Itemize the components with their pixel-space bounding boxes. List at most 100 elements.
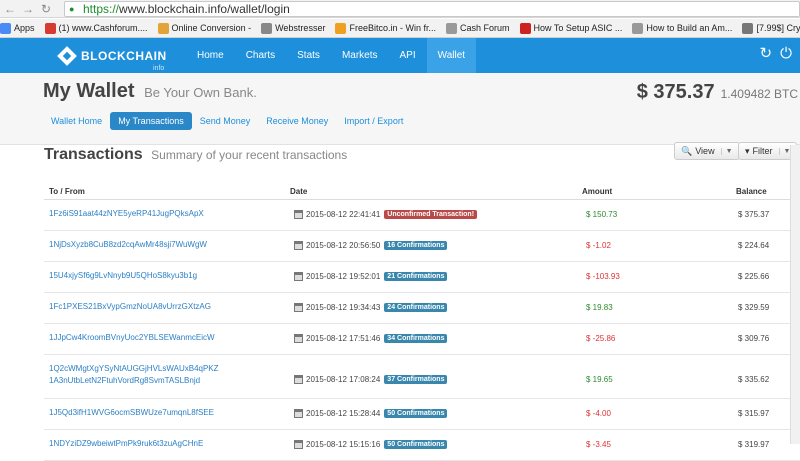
nav-stats[interactable]: Stats (286, 38, 331, 73)
address-cell: 15U4xjySf6g9LvNnyb9U5QHoS8kyu3b1g (49, 270, 197, 282)
table-row: 1Fc1PXES21BxVypGmzNoUA8vUrrzGXtzAG 2015-0… (44, 293, 800, 324)
bookmark-item[interactable]: Online Conversion - (157, 22, 252, 34)
date-cell: 2015-08-12 15:15:16 50 Confirmations (294, 440, 448, 449)
bookmark-label: (1) www.Cashforum.... (58, 23, 148, 33)
calendar-icon (294, 241, 303, 250)
status-badge[interactable]: 16 Confirmations (384, 241, 448, 250)
address-cell: 1Fc1PXES21BxVypGmzNoUA8vUrrzGXtzAG (49, 301, 211, 313)
power-icon[interactable]: ⏻ (780, 45, 792, 63)
table-row: 1NDYziDZ9wbeiwtPmPk9ruk6t3zuAgCHnE 2015-0… (44, 430, 800, 461)
status-badge[interactable]: 21 Confirmations (384, 272, 448, 281)
wallet-tabs: Wallet Home My Transactions Send Money Rece… (43, 112, 411, 130)
address-link[interactable]: 1Fc1PXES21BxVypGmzNoUA8vUrrzGXtzAG (49, 301, 211, 313)
date-text: 2015-08-12 19:34:43 (306, 303, 381, 312)
address-cell: 1Fz6iS91aat44zNYE5yeRP41JugPQksApX (49, 208, 204, 220)
table-row: 1Fz6iS91aat44zNYE5yeRP41JugPQksApX 2015-0… (44, 200, 800, 231)
transactions-table: To / From Date Amount Balance 1Fz6iS91aa… (44, 183, 800, 461)
bookmark-item[interactable]: Webstresser (261, 22, 325, 34)
address-link[interactable]: 1JJpCw4KroomBVnyUoc2YBLSEWanmcEicW (49, 332, 215, 344)
amount-cell: $ 19.83 (586, 303, 613, 312)
calendar-icon (294, 303, 303, 312)
nav-markets[interactable]: Markets (331, 38, 389, 73)
tab-my-transactions[interactable]: My Transactions (110, 112, 192, 130)
bookmark-icon (261, 22, 273, 34)
bookmarks-bar: Apps (1) www.Cashforum.... Online Conversi… (0, 19, 800, 38)
balance-cell: $ 319.97 (738, 440, 770, 449)
address-link[interactable]: 1Fz6iS91aat44zNYE5yeRP41JugPQksApX (49, 208, 204, 220)
address-link[interactable]: 1A3nUtbLetN2FtuhVordRg8SvmTASLBnjd (49, 375, 219, 387)
logo-text: BLOCKCHAIN (81, 49, 167, 63)
table-row: 1J5Qd3ifH1WVG6ocmSBWUze7umqnL8fSEE 2015-0… (44, 399, 800, 430)
nav-charts[interactable]: Charts (235, 38, 286, 73)
wallet-balance: $ 375.37 1.409482 BTC (637, 81, 798, 104)
filter-button[interactable]: ▾ Filter ▼ (738, 142, 798, 160)
reload-icon[interactable]: ↻ (38, 1, 54, 17)
wallet-title: My Wallet (43, 80, 135, 102)
status-badge[interactable]: 50 Confirmations (384, 409, 448, 418)
tab-receive-money[interactable]: Receive Money (258, 112, 336, 130)
address-link[interactable]: 1Q2cWMgtXgYSyNtAUGGjHVLsWAUxB4qPKZ (49, 363, 219, 375)
nav-wallet[interactable]: Wallet (426, 38, 477, 73)
wallet-header: My Wallet Be Your Own Bank. $ 375.37 1.4… (0, 73, 800, 145)
balance-cell: $ 315.97 (738, 409, 770, 418)
calendar-icon (294, 440, 303, 449)
balance-usd: $ 375.37 (636, 81, 715, 103)
tab-import-export[interactable]: Import / Export (336, 112, 411, 130)
bookmark-label: How to Build an Am... (646, 23, 733, 33)
date-cell: 2015-08-12 22:41:41 Unconfirmed Transacti… (294, 210, 478, 219)
site-header: BLOCKCHAIN info Home Charts Stats Markets AP… (0, 38, 800, 73)
bookmark-icon (742, 22, 754, 34)
bookmark-item[interactable]: How to Build an Am... (632, 22, 733, 34)
date-cell: 2015-08-12 15:28:44 50 Confirmations (294, 409, 448, 418)
chevron-down-icon: ▼ (720, 147, 733, 155)
table-header: To / From Date Amount Balance (44, 183, 800, 200)
table-row: 15U4xjySf6g9LvNnyb9U5QHoS8kyu3b1g 2015-08… (44, 262, 800, 293)
amount-cell: $ -3.45 (586, 440, 611, 449)
refresh-icon[interactable]: ↻ (760, 45, 773, 63)
date-text: 2015-08-12 17:08:24 (306, 375, 381, 384)
address-cell: 1NjDsXyzb8CuB8zd2cqAwMr48sji7WuWgW (49, 239, 207, 251)
bookmark-item[interactable]: Apps (0, 22, 35, 34)
url-input[interactable]: ● https://www.blockchain.info/wallet/log… (64, 1, 800, 17)
tab-send-money[interactable]: Send Money (192, 112, 259, 130)
address-link[interactable]: 15U4xjySf6g9LvNnyb9U5QHoS8kyu3b1g (49, 270, 197, 282)
filter-label: Filter (752, 146, 773, 156)
search-icon: 🔍 (681, 145, 693, 156)
col-date: Date (290, 187, 308, 196)
bookmark-item[interactable]: How To Setup ASIC ... (519, 22, 623, 34)
bookmark-label: Online Conversion - (171, 23, 252, 33)
status-badge[interactable]: 37 Confirmations (384, 375, 448, 384)
status-badge[interactable]: 24 Confirmations (384, 303, 448, 312)
bookmark-label: How To Setup ASIC ... (533, 23, 623, 33)
vertical-scrollbar[interactable] (790, 145, 800, 444)
col-amount: Amount (582, 187, 613, 196)
status-badge[interactable]: 34 Confirmations (384, 334, 448, 343)
filter-icon: ▾ (745, 145, 750, 156)
date-text: 2015-08-12 22:41:41 (306, 210, 381, 219)
date-text: 2015-08-12 15:28:44 (306, 409, 381, 418)
lock-icon: ● (69, 4, 75, 14)
bookmark-item[interactable]: [7.99$] Cryptex_Lite ... (742, 22, 800, 34)
logo-icon (57, 46, 77, 66)
nav-api[interactable]: API (389, 38, 427, 73)
bookmark-item[interactable]: FreeBitco.in - Win fr... (335, 22, 436, 34)
bookmark-item[interactable]: Cash Forum (445, 22, 510, 34)
address-link[interactable]: 1NDYziDZ9wbeiwtPmPk9ruk6t3zuAgCHnE (49, 438, 203, 450)
table-row: 1NjDsXyzb8CuB8zd2cqAwMr48sji7WuWgW 2015-0… (44, 231, 800, 262)
view-button[interactable]: 🔍 View ▼ (674, 142, 740, 160)
amount-cell: $ -1.02 (586, 241, 611, 250)
bookmark-icon (335, 22, 347, 34)
bookmark-item[interactable]: (1) www.Cashforum.... (44, 22, 148, 34)
forward-icon[interactable]: → (20, 1, 36, 17)
address-link[interactable]: 1J5Qd3ifH1WVG6ocmSBWUze7umqnL8fSEE (49, 407, 214, 419)
blockchain-logo[interactable]: BLOCKCHAIN info (57, 46, 167, 73)
address-link[interactable]: 1NjDsXyzb8CuB8zd2cqAwMr48sji7WuWgW (49, 239, 207, 251)
transactions-subtitle: Summary of your recent transactions (151, 148, 348, 162)
back-icon[interactable]: ← (2, 1, 18, 17)
bookmark-icon (0, 22, 11, 34)
nav-home[interactable]: Home (186, 38, 235, 73)
tab-wallet-home[interactable]: Wallet Home (43, 112, 110, 130)
status-badge[interactable]: Unconfirmed Transaction! (384, 210, 478, 219)
url-scheme: https:// (83, 2, 120, 16)
status-badge[interactable]: 50 Confirmations (384, 440, 448, 449)
